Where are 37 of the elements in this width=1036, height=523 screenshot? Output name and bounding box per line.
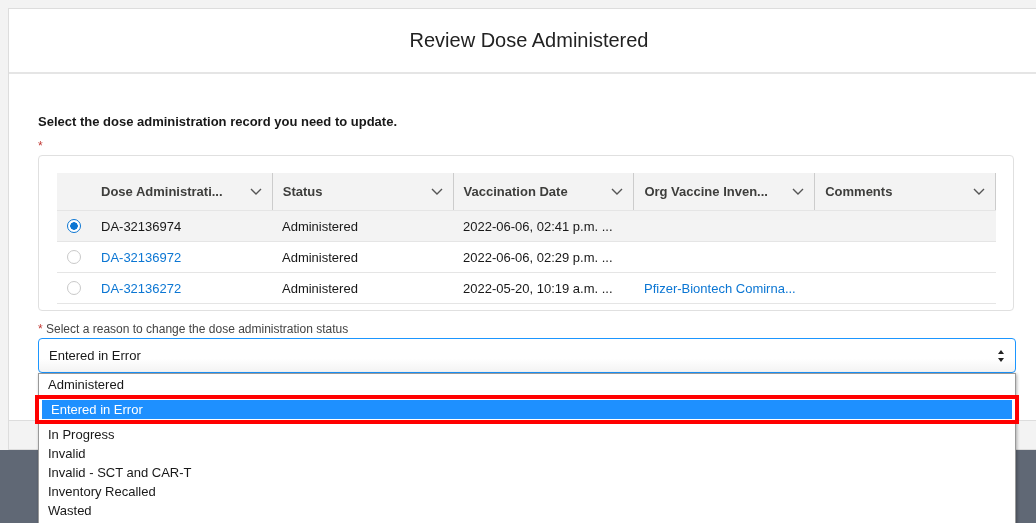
table-cell: DA-32136974	[101, 218, 182, 234]
column-header[interactable]: Dose Administrati...	[91, 173, 272, 210]
radio-button[interactable]	[67, 281, 81, 295]
chevron-down-icon[interactable]	[430, 187, 443, 196]
table-cell: Administered	[282, 249, 358, 265]
column-header[interactable]: Comments	[814, 173, 996, 210]
table-cell: 2022-06-06, 02:29 p.m. ...	[463, 249, 613, 265]
column-header[interactable]: Status	[271, 173, 453, 210]
required-asterisk: *	[38, 139, 44, 155]
modal-title: Review Dose Administered	[409, 29, 649, 52]
table-cell: 2022-05-20, 10:19 a.m. ...	[463, 280, 613, 296]
table-cell: 2022-06-06, 02:41 p.m. ...	[463, 218, 613, 234]
reason-select[interactable]: Entered in Error	[38, 338, 1016, 373]
dropdown-option[interactable]: In Progress	[39, 425, 1015, 444]
field-label: Select a reason to change the dose administration status	[46, 322, 349, 336]
table-cell: Administered	[282, 280, 358, 296]
dropdown-option[interactable]: Wasted	[39, 501, 1015, 520]
chevron-down-icon[interactable]	[611, 187, 624, 196]
dropdown-option[interactable]: Invalid	[39, 444, 1015, 463]
radio-button[interactable]	[67, 250, 81, 264]
table-cell: Administered	[282, 218, 358, 234]
chevron-down-icon[interactable]	[973, 187, 985, 196]
required-asterisk: *	[38, 322, 43, 336]
column-header[interactable]: Org Vaccine Inven...	[633, 173, 815, 210]
inventory-link[interactable]: Pfizer-Biontech Comirna...	[644, 280, 796, 296]
record-link[interactable]: DA-32136272	[101, 280, 182, 296]
dropdown-option[interactable]: Invalid - SCT and CAR-T	[39, 463, 1015, 482]
up-down-arrows-icon	[997, 348, 1005, 363]
dropdown-option[interactable]: Administered	[39, 375, 1015, 394]
column-header[interactable]: Vaccination Date	[452, 173, 634, 210]
record-link[interactable]: DA-32136972	[101, 249, 182, 265]
instruction-text: Select the dose administration record you need to update.	[38, 114, 398, 129]
dropdown-option[interactable]: Inventory Recalled	[39, 482, 1015, 501]
radio-button[interactable]	[67, 219, 81, 233]
chevron-down-icon[interactable]	[249, 187, 262, 196]
chevron-down-icon[interactable]	[792, 187, 805, 196]
table-row[interactable]: DA-32136974 Administered 2022-06-06, 02:41 p.m. ...	[57, 211, 996, 242]
